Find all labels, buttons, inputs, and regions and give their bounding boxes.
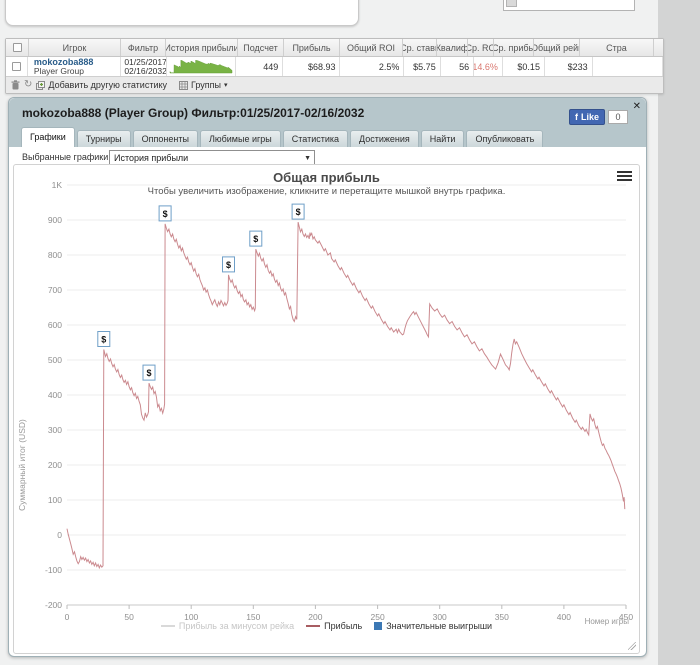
tab-bar: Графики Турниры Оппоненты Любимые игры Стати… xyxy=(21,127,544,147)
svg-text:$: $ xyxy=(163,209,168,219)
cell-avg-profit: $0.15 xyxy=(503,57,545,76)
col-history[interactable]: История прибыли xyxy=(166,39,238,56)
player-group-label: Player Group xyxy=(33,65,84,76)
svg-text:$: $ xyxy=(226,260,231,270)
svg-text:0: 0 xyxy=(57,530,62,540)
col-qualified[interactable]: Квалиф xyxy=(437,39,468,56)
like-label: Like xyxy=(580,112,599,122)
svg-text:800: 800 xyxy=(48,250,62,260)
player-panel: mokozoba888 (Player Group) Фильтр:01/25/… xyxy=(8,97,647,657)
cell-count: 449 xyxy=(236,57,284,76)
table-footer: ↻ Добавить другую статистику Группы ▾ xyxy=(6,77,663,93)
svg-text:400: 400 xyxy=(48,390,62,400)
groups-button[interactable]: Группы ▾ xyxy=(179,80,228,90)
profit-history-sparkline[interactable] xyxy=(169,59,233,74)
cell-avg-stake: $5.75 xyxy=(404,57,441,76)
like-button[interactable]: f Like xyxy=(568,109,605,125)
svg-text:600: 600 xyxy=(48,320,62,330)
legend-item-2[interactable]: Прибыль xyxy=(306,621,362,631)
col-count[interactable]: Подсчет xyxy=(238,39,284,56)
cell-avg-roi: -14.6% xyxy=(474,57,503,76)
cell-qualified: 56 xyxy=(441,57,475,76)
col-avg-profit[interactable]: Ср. прибы xyxy=(494,39,534,56)
cell-country xyxy=(593,57,664,76)
svg-text:200: 200 xyxy=(48,460,62,470)
col-total-rake[interactable]: Общий рейк xyxy=(534,39,580,56)
graph-select-value: История прибыли xyxy=(114,153,189,163)
groups-dropdown-arrow: ▾ xyxy=(224,82,228,89)
col-profit[interactable]: Прибыль xyxy=(284,39,340,56)
groups-icon xyxy=(179,80,189,90)
svg-text:100: 100 xyxy=(48,495,62,505)
col-avg-stake[interactable]: Ср. ставк xyxy=(403,39,437,56)
groups-label: Группы xyxy=(191,80,222,90)
y-axis-title: Суммарный итог (USD) xyxy=(17,419,27,511)
window-edge-strip xyxy=(658,0,700,665)
x-axis-title: Номер игры xyxy=(584,617,629,626)
resize-handle-icon[interactable] xyxy=(628,642,636,650)
tab-7[interactable]: Найти xyxy=(420,130,465,147)
tab-8[interactable]: Опубликовать xyxy=(466,130,544,147)
close-icon[interactable]: ✕ xyxy=(633,101,641,112)
options-form-panel: Другие опции... xyxy=(5,0,359,26)
like-count: 0 xyxy=(608,110,628,124)
col-total-roi[interactable]: Общий ROI xyxy=(340,39,403,56)
stats-table-header: Игрок Фильтр История прибыли Подсчет При… xyxy=(6,39,663,57)
svg-text:$: $ xyxy=(101,335,106,345)
refresh-icon[interactable]: ↻ xyxy=(24,80,32,90)
cell-total-rake: $233 xyxy=(545,57,593,76)
svg-text:$: $ xyxy=(253,234,258,244)
tab-3[interactable]: Оппоненты xyxy=(132,130,198,147)
tab-1[interactable]: Графики xyxy=(21,127,75,147)
add-statistic-label: Добавить другую статистику xyxy=(48,80,168,90)
svg-text:900: 900 xyxy=(48,215,62,225)
col-player[interactable]: Игрок xyxy=(29,39,121,56)
svg-text:-100: -100 xyxy=(45,565,62,575)
col-country[interactable]: Стра xyxy=(580,39,654,56)
chart-plot-area[interactable]: -200-10001002003004005006007008009001K0 5… xyxy=(14,165,639,653)
add-icon xyxy=(36,80,46,90)
facebook-like-widget[interactable]: f Like 0 xyxy=(568,109,628,125)
cell-total-roi: 2.5% xyxy=(340,57,405,76)
facebook-f-icon: f xyxy=(574,112,578,122)
profit-chart[interactable]: Общая прибыль Чтобы увеличить изображени… xyxy=(13,164,640,654)
svg-text:500: 500 xyxy=(48,355,62,365)
svg-text:1K: 1K xyxy=(52,180,63,190)
add-statistic-button[interactable]: Добавить другую статистику xyxy=(36,80,167,90)
combobox-handle xyxy=(506,0,517,7)
svg-text:$: $ xyxy=(146,368,151,378)
svg-text:300: 300 xyxy=(48,425,62,435)
legend-item-1[interactable]: Прибыль за минусом рейка xyxy=(160,621,294,631)
chart-legend: Прибыль за минусом рейка Прибыль Значитель… xyxy=(14,621,639,631)
selector-label: Выбранные графики: xyxy=(22,152,111,162)
svg-text:$: $ xyxy=(296,207,301,217)
filter-date-to: 02/16/2032 xyxy=(124,65,167,76)
panel-title: mokozoba888 (Player Group) Фильтр:01/25/… xyxy=(22,106,365,120)
tab-4[interactable]: Любимые игры xyxy=(199,130,281,147)
col-avg-roi[interactable]: Ср. RO xyxy=(468,39,494,56)
stats-table: Игрок Фильтр История прибыли Подсчет При… xyxy=(5,38,664,94)
col-filter[interactable]: Фильтр xyxy=(121,39,166,56)
select-all-checkbox[interactable] xyxy=(12,43,22,52)
tab-5[interactable]: Статистика xyxy=(282,130,349,147)
tab-2[interactable]: Турниры xyxy=(76,130,131,147)
trash-icon[interactable] xyxy=(11,80,20,90)
top-right-combobox[interactable] xyxy=(503,0,635,11)
table-row: mokozoba888 Player Group 01/25/2017- 02/… xyxy=(6,57,664,77)
tab-6[interactable]: Достижения xyxy=(350,130,419,147)
svg-text:-200: -200 xyxy=(45,600,62,610)
cell-profit: $68.93 xyxy=(283,57,341,76)
legend-item-3[interactable]: Значительные выигрыши xyxy=(374,621,492,631)
svg-text:700: 700 xyxy=(48,285,62,295)
row-checkbox[interactable] xyxy=(11,62,21,71)
